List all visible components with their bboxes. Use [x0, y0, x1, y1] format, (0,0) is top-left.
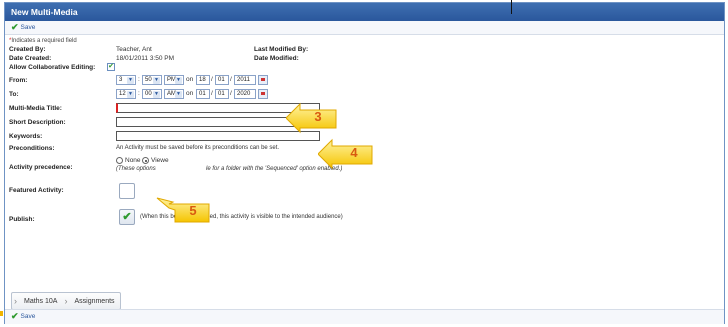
edge-marker: [0, 311, 3, 316]
date-slash: /: [230, 76, 232, 83]
to-hour-select[interactable]: 12 ▼: [116, 89, 136, 99]
to-label: To:: [9, 91, 19, 98]
date-modified-label: Date Modified:: [254, 55, 299, 62]
from-month-input[interactable]: 01: [215, 75, 229, 85]
callout-5: 5: [155, 192, 211, 232]
precedence-none-radio[interactable]: [116, 157, 123, 164]
date-created-value: 18/01/2011 3:50 PM: [116, 55, 175, 62]
publish-checkbox[interactable]: ✔: [119, 209, 135, 225]
save-button-top[interactable]: ✔ Save: [11, 23, 35, 32]
precedence-none-label: None: [125, 157, 141, 164]
preconditions-text: An Activity must be saved before its pre…: [116, 145, 280, 151]
keywords-label: Keywords:: [9, 133, 43, 140]
collab-label: Allow Collaborative Editing:: [9, 64, 96, 71]
to-month-input[interactable]: 01: [215, 89, 229, 99]
from-minute-select[interactable]: 50 ▼: [142, 75, 162, 85]
on-text: on: [186, 90, 194, 97]
date-slash: /: [211, 76, 213, 83]
precedence-label: Activity precedence:: [9, 164, 73, 171]
precedence-viewed-label: Viewe: [151, 157, 169, 164]
collab-checkbox[interactable]: ✔: [107, 63, 115, 71]
title-label: Multi-Media Title:: [9, 105, 62, 112]
chevron-down-icon: ▼: [127, 91, 134, 98]
from-ampm-select[interactable]: PM ▼: [164, 75, 184, 85]
to-day-input[interactable]: 01: [196, 89, 210, 99]
breadcrumb: › Maths 10A › Assignments: [11, 292, 121, 310]
on-text: on: [186, 76, 194, 83]
top-toolbar: ✔ Save: [5, 21, 724, 35]
check-icon: ✔: [11, 311, 19, 321]
from-day-input[interactable]: 18: [196, 75, 210, 85]
from-label: From:: [9, 77, 28, 84]
time-colon: :: [138, 90, 140, 97]
precedence-note-start: (These options: [116, 166, 156, 172]
time-colon: :: [138, 76, 140, 83]
publish-label: Publish:: [9, 216, 35, 223]
chevron-down-icon: ▼: [175, 77, 182, 84]
breadcrumb-item-maths-10a[interactable]: Maths 10A: [19, 293, 62, 309]
save-label: Save: [20, 24, 36, 31]
to-minute-select[interactable]: 00 ▼: [142, 89, 162, 99]
bottom-toolbar: ✔ Save: [5, 309, 724, 324]
created-by-label: Created By:: [9, 46, 46, 53]
save-label: Save: [20, 313, 36, 320]
featured-label: Featured Activity:: [9, 187, 64, 194]
from-hour-select[interactable]: 3 ▼: [116, 75, 136, 85]
calendar-icon[interactable]: [258, 75, 268, 85]
date-created-label: Date Created:: [9, 55, 52, 62]
chevron-right-icon: ›: [14, 296, 17, 306]
last-modified-by-label: Last Modified By:: [254, 46, 309, 53]
from-year-input[interactable]: 2011: [234, 75, 256, 85]
callout-3: 3: [286, 98, 338, 138]
check-icon: ✔: [11, 22, 19, 32]
featured-checkbox[interactable]: [119, 183, 135, 199]
to-year-input[interactable]: 2020: [234, 89, 256, 99]
created-by-value: Teacher, Ant: [116, 46, 152, 53]
to-ampm-select[interactable]: AM ▼: [164, 89, 184, 99]
precedence-viewed-radio[interactable]: [142, 157, 149, 164]
chevron-down-icon: ▼: [153, 91, 160, 98]
date-slash: /: [230, 90, 232, 97]
preconditions-label: Preconditions:: [9, 145, 55, 152]
chevron-down-icon: ▼: [175, 91, 182, 98]
breadcrumb-item-assignments[interactable]: Assignments: [69, 293, 119, 309]
chevron-down-icon: ▼: [153, 77, 160, 84]
calendar-icon[interactable]: [258, 89, 268, 99]
short-desc-label: Short Description:: [9, 119, 66, 126]
save-button-bottom[interactable]: ✔ Save: [11, 312, 35, 321]
chevron-right-icon: ›: [64, 296, 68, 306]
dialog-title: New Multi-Media: [5, 3, 724, 21]
callout-4: 4: [318, 134, 374, 174]
divider-line: [511, 0, 512, 14]
date-slash: /: [211, 90, 213, 97]
required-note: *Indicates a required field: [9, 38, 77, 44]
chevron-down-icon: ▼: [127, 77, 134, 84]
